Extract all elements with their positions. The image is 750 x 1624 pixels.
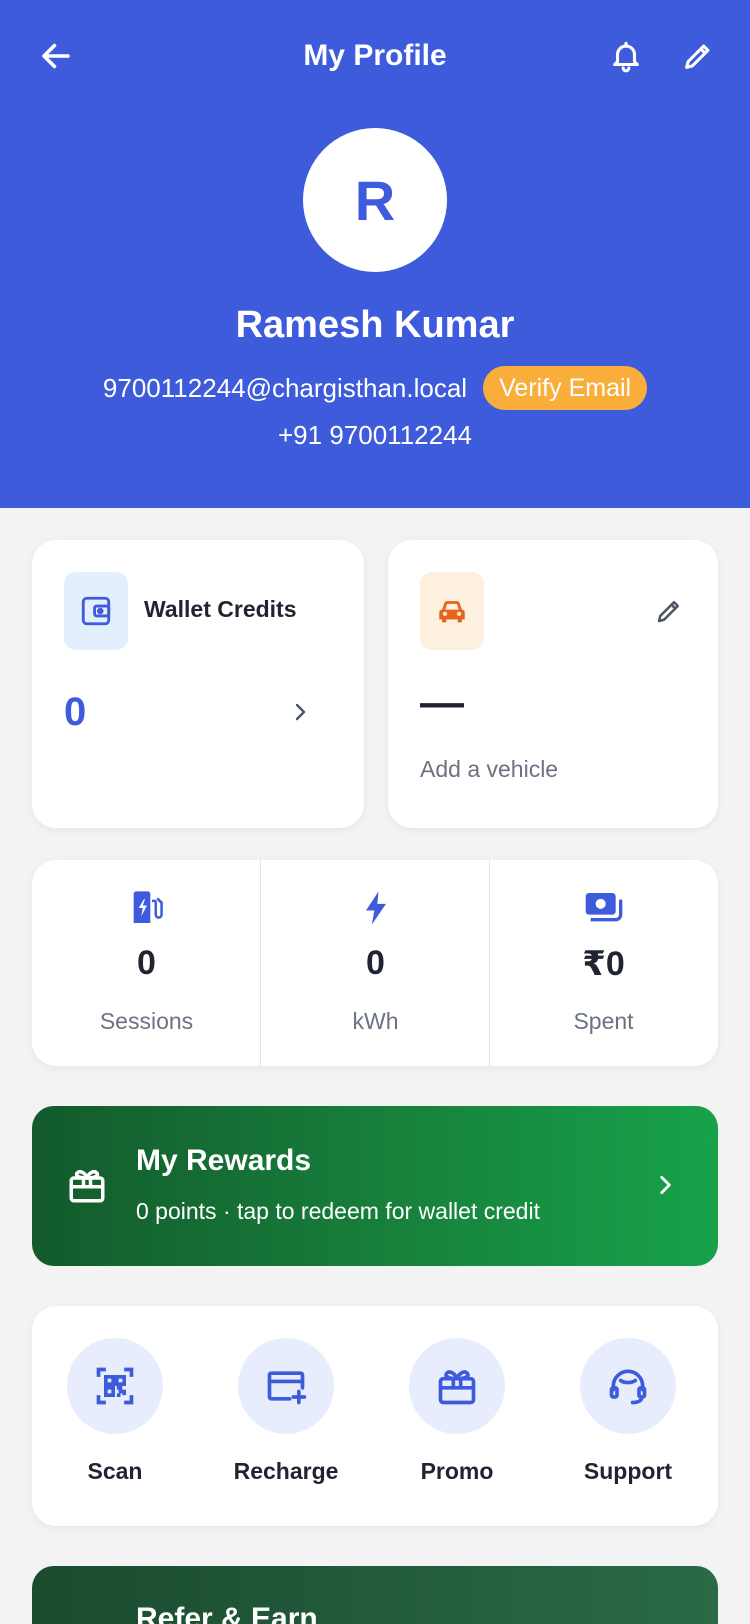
- refer-earn-banner[interactable]: Refer & Earn: [32, 1566, 718, 1624]
- bell-icon[interactable]: [606, 36, 646, 76]
- rewards-subtitle: 0 points · tap to redeem for wallet cred…: [136, 1198, 540, 1224]
- scan-label: Scan: [87, 1458, 143, 1484]
- user-phone: +91 9700112244: [278, 420, 472, 450]
- wallet-value: 0: [64, 690, 87, 734]
- quick-actions-card: Scan Recharge Promo Support: [32, 1306, 718, 1526]
- sessions-label: Sessions: [99, 1008, 194, 1034]
- support-button[interactable]: Support: [553, 1338, 703, 1485]
- rewards-banner[interactable]: My Rewards 0 points · tap to redeem for …: [32, 1106, 718, 1266]
- wallet-icon: [64, 572, 128, 650]
- kwh-value: 0: [366, 944, 385, 982]
- sessions-value: 0: [137, 944, 156, 982]
- pencil-icon[interactable]: [678, 36, 718, 76]
- spent-label: Spent: [573, 1008, 634, 1034]
- promo-button[interactable]: Promo: [382, 1338, 532, 1485]
- wallet-title: Wallet Credits: [144, 596, 297, 622]
- verify-email-button[interactable]: Verify Email: [483, 366, 648, 410]
- profile-header: My Profile R Ramesh Kumar 9700112244@cha…: [0, 0, 750, 508]
- stat-spent: ₹0 Spent: [489, 860, 718, 1066]
- gift-icon: [409, 1338, 505, 1434]
- vehicle-card[interactable]: — Add a vehicle: [388, 540, 718, 828]
- recharge-button[interactable]: Recharge: [211, 1338, 361, 1485]
- qr-scan-icon: [67, 1338, 163, 1434]
- rewards-title: My Rewards: [136, 1144, 312, 1177]
- ev-station-icon: [32, 888, 261, 928]
- support-label: Support: [583, 1458, 673, 1484]
- promo-label: Promo: [420, 1458, 494, 1484]
- user-name: Ramesh Kumar: [235, 304, 515, 346]
- headset-icon: [580, 1338, 676, 1434]
- scan-button[interactable]: Scan: [40, 1338, 190, 1485]
- card-add-icon: [238, 1338, 334, 1434]
- gift-icon: [66, 1164, 108, 1211]
- vehicle-value: —: [420, 678, 464, 727]
- cash-icon: [489, 888, 718, 928]
- user-email: 9700112244@chargisthan.local: [102, 372, 468, 403]
- stat-kwh: 0 kWh: [261, 860, 490, 1066]
- add-vehicle-label[interactable]: Add a vehicle: [420, 756, 558, 783]
- edit-vehicle-icon[interactable]: [654, 596, 684, 631]
- refer-title: Refer & Earn: [136, 1602, 318, 1624]
- avatar[interactable]: R: [303, 128, 447, 272]
- chevron-right-icon: [652, 1172, 678, 1203]
- kwh-label: kWh: [352, 1008, 399, 1034]
- email-row: 9700112244@chargisthan.local Verify Emai…: [0, 366, 750, 410]
- stats-card: 0 Sessions 0 kWh ₹0 Spent: [32, 860, 718, 1066]
- wallet-card[interactable]: Wallet Credits 0: [32, 540, 364, 828]
- spent-value: ₹0: [582, 945, 625, 983]
- bolt-icon: [261, 888, 490, 928]
- chevron-right-icon: [288, 700, 312, 729]
- recharge-label: Recharge: [233, 1458, 339, 1484]
- stat-sessions: 0 Sessions: [32, 860, 261, 1066]
- car-icon: [420, 572, 484, 650]
